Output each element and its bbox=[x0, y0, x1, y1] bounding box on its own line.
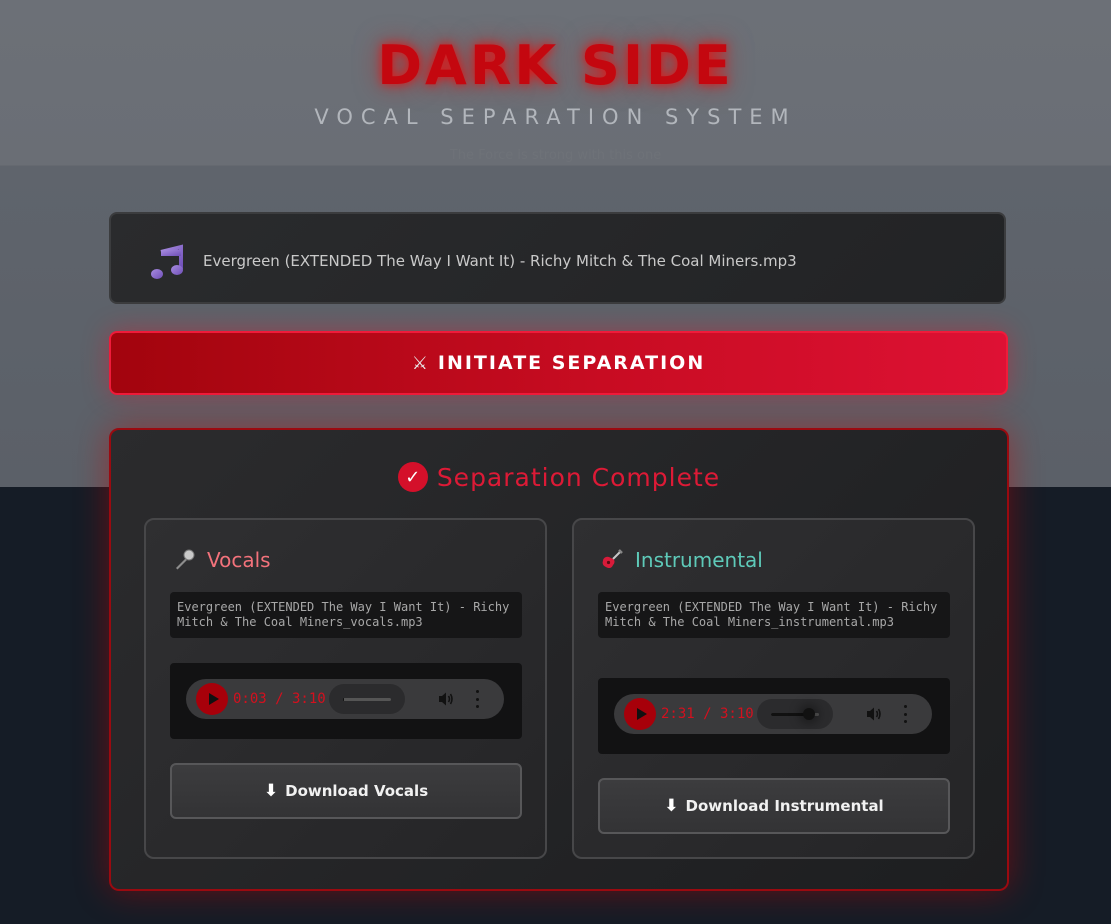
instrumental-time-display: 2:31 / 3:10 bbox=[661, 706, 754, 722]
selected-file-name: Evergreen (EXTENDED The Way I Want It) -… bbox=[203, 252, 797, 270]
instrumental-audio-player: 2:31 / 3:10 bbox=[614, 694, 932, 734]
guitar-icon bbox=[602, 549, 623, 569]
instrumental-seek-bar[interactable] bbox=[757, 699, 833, 729]
download-instrumental-button[interactable]: ⬇ Download Instrumental bbox=[598, 778, 950, 834]
instrumental-card: Instrumental Evergreen (EXTENDED The Way… bbox=[572, 518, 975, 859]
download-vocals-label: Download Vocals bbox=[285, 782, 429, 800]
vocals-title: Vocals bbox=[207, 548, 271, 572]
vocals-audio-player: 0:03 / 3:10 bbox=[186, 679, 504, 719]
initiate-separation-label: INITIATE SEPARATION bbox=[437, 352, 706, 374]
instrumental-title: Instrumental bbox=[635, 548, 763, 572]
play-icon bbox=[208, 693, 219, 705]
vocals-seek-track bbox=[343, 698, 391, 701]
vocals-header: Vocals bbox=[172, 548, 271, 572]
instrumental-play-button[interactable] bbox=[624, 698, 656, 730]
instrumental-seek-track bbox=[771, 708, 819, 720]
download-vocals-button[interactable]: ⬇ Download Vocals bbox=[170, 763, 522, 819]
selected-file-card[interactable]: Evergreen (EXTENDED The Way I Want It) -… bbox=[109, 212, 1006, 304]
results-heading: ✓ Separation Complete bbox=[111, 462, 1007, 492]
instrumental-file-name: Evergreen (EXTENDED The Way I Want It) -… bbox=[598, 592, 950, 638]
instrumental-seek-knob[interactable] bbox=[803, 708, 816, 720]
results-title: Separation Complete bbox=[436, 462, 721, 492]
download-arrow-icon: ⬇ bbox=[263, 781, 279, 801]
vocals-audio-player-wrap: 0:03 / 3:10 bbox=[170, 663, 522, 739]
vocals-seek-fill bbox=[343, 698, 344, 701]
header: DARK SIDE VOCAL SEPARATION SYSTEM The Fo… bbox=[0, 0, 1111, 165]
app-subtitle: VOCAL SEPARATION SYSTEM bbox=[314, 105, 797, 129]
more-options-icon[interactable] bbox=[900, 705, 910, 723]
instrumental-header: Instrumental bbox=[600, 548, 763, 572]
more-options-icon[interactable] bbox=[472, 690, 482, 708]
results-panel: ✓ Separation Complete Vocals Evergreen (… bbox=[109, 428, 1009, 891]
volume-icon[interactable] bbox=[866, 706, 882, 722]
music-note-icon bbox=[151, 244, 183, 279]
app-tagline: The Force is strong with this one bbox=[449, 148, 662, 163]
volume-icon[interactable] bbox=[438, 691, 454, 707]
play-icon bbox=[636, 708, 647, 720]
download-arrow-icon: ⬇ bbox=[664, 796, 679, 816]
initiate-separation-button[interactable]: ⚔ INITIATE SEPARATION bbox=[109, 331, 1008, 395]
vocals-file-name: Evergreen (EXTENDED The Way I Want It) -… bbox=[170, 592, 522, 638]
app-title: DARK SIDE bbox=[377, 34, 734, 97]
download-instrumental-label: Download Instrumental bbox=[685, 797, 884, 815]
instrumental-audio-player-wrap: 2:31 / 3:10 bbox=[598, 678, 950, 754]
microphone-icon bbox=[176, 549, 195, 570]
vocals-card: Vocals Evergreen (EXTENDED The Way I Wan… bbox=[144, 518, 547, 859]
vocals-time-display: 0:03 / 3:10 bbox=[233, 691, 326, 707]
vocals-seek-bar[interactable] bbox=[329, 684, 405, 714]
check-icon: ✓ bbox=[397, 462, 428, 492]
vocals-play-button[interactable] bbox=[196, 683, 228, 715]
crossed-swords-icon: ⚔ bbox=[411, 352, 428, 374]
